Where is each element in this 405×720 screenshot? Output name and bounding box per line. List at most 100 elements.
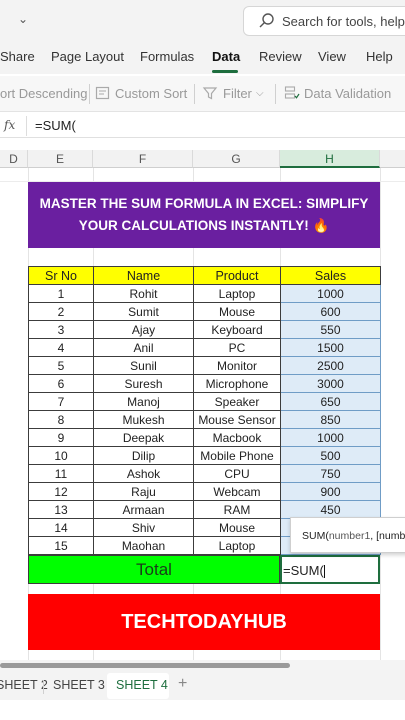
cell-product[interactable]: Macbook [193,428,281,447]
data-validation-button[interactable]: Data Validation [304,86,391,101]
header-sales[interactable]: Sales [280,266,381,285]
column-header-h[interactable]: H [280,150,380,168]
chevron-down-icon[interactable]: ⌄ [18,12,28,26]
cell-sr-no[interactable]: 9 [28,428,94,447]
header-product[interactable]: Product [193,266,281,285]
cell-product[interactable]: RAM [193,500,281,519]
tab-help[interactable]: Help [366,49,393,64]
cell-sales[interactable]: 850 [280,410,381,429]
tab-data[interactable]: Data [212,49,240,64]
cell-sr-no[interactable]: 11 [28,464,94,483]
cell-product[interactable]: Mouse [193,518,281,537]
cell-sr-no[interactable]: 13 [28,500,94,519]
tab-review[interactable]: Review [259,49,302,64]
cell-product[interactable]: Laptop [193,536,281,555]
column-header-d[interactable]: D [0,150,28,168]
cell-name[interactable]: Manoj [93,392,194,411]
fx-icon[interactable]: fx [4,118,15,132]
formula-input[interactable]: =SUM( [35,118,76,133]
sheet-tab-3[interactable]: SHEET 3 [53,678,105,692]
filter-button[interactable]: Filter [223,86,252,101]
cell-sr-no[interactable]: 5 [28,356,94,375]
tab-share[interactable]: Share [0,49,35,64]
cell-name[interactable]: Deepak [93,428,194,447]
cell-product[interactable]: Keyboard [193,320,281,339]
column-header-g[interactable]: G [193,150,280,168]
cell-product[interactable]: Speaker [193,392,281,411]
banner-line-1: MASTER THE SUM FORMULA IN EXCEL: SIMPLIF… [39,196,369,211]
tab-formulas[interactable]: Formulas [140,49,194,64]
cell-sales[interactable]: 1500 [280,338,381,357]
table-row: 13 Armaan RAM 450 [28,500,381,519]
cell-sales[interactable]: 600 [280,302,381,321]
cell-product[interactable]: CPU [193,464,281,483]
cell-sr-no[interactable]: 4 [28,338,94,357]
table-row: 12 Raju Webcam 900 [28,482,381,501]
sheet-tab-4[interactable]: SHEET 4 [116,678,168,692]
search-box[interactable]: Search for tools, help, [243,6,405,36]
sort-descending-button[interactable]: ort Descending [0,86,87,101]
header-name[interactable]: Name [93,266,194,285]
column-header-f[interactable]: F [93,150,193,168]
text-caret [323,565,325,579]
cell-name[interactable]: Ajay [93,320,194,339]
cell-sales[interactable]: 550 [280,320,381,339]
cell-name[interactable]: Sunil [93,356,194,375]
tooltip-rest: , [numb [370,530,405,542]
cell-sr-no[interactable]: 10 [28,446,94,465]
cell-sales[interactable]: 3000 [280,374,381,393]
cell-sales[interactable]: 2500 [280,356,381,375]
footer-banner[interactable]: TECHTODAYHUB [28,594,380,650]
cell-sales[interactable]: 650 [280,392,381,411]
add-sheet-icon[interactable]: + [178,675,187,693]
cell-sr-no[interactable]: 2 [28,302,94,321]
cell-name[interactable]: Rohit [93,284,194,303]
cell-name[interactable]: Anil [93,338,194,357]
scrollbar-thumb[interactable] [0,663,290,668]
sheet-tab-2[interactable]: SHEET 2 [0,678,48,692]
cell-sr-no[interactable]: 15 [28,536,94,555]
cell-name[interactable]: Mukesh [93,410,194,429]
title-banner[interactable]: MASTER THE SUM FORMULA IN EXCEL: SIMPLIF… [28,182,380,248]
cell-product[interactable]: PC [193,338,281,357]
cell-sr-no[interactable]: 14 [28,518,94,537]
cell-sales[interactable]: 450 [280,500,381,519]
cell-name[interactable]: Ashok [93,464,194,483]
cell-product[interactable]: Mouse Sensor [193,410,281,429]
cell-sales[interactable]: 1000 [280,428,381,447]
cell-sales[interactable]: 500 [280,446,381,465]
chevron-down-icon[interactable]: ⌵ [256,88,264,99]
cell-sr-no[interactable]: 1 [28,284,94,303]
cell-sr-no[interactable]: 12 [28,482,94,501]
cell-product[interactable]: Monitor [193,356,281,375]
sum-formula-cell[interactable]: =SUM( [280,555,380,584]
tab-page-layout[interactable]: Page Layout [51,49,124,64]
column-header-next[interactable] [380,150,405,168]
tab-view[interactable]: View [318,49,346,64]
cell-name[interactable]: Armaan [93,500,194,519]
cell-sales[interactable]: 1000 [280,284,381,303]
formula-tooltip[interactable]: SUM(number1, [numb [290,517,405,553]
cell-sr-no[interactable]: 6 [28,374,94,393]
cell-name[interactable]: Maohan [93,536,194,555]
horizontal-scrollbar[interactable] [0,660,405,670]
custom-sort-button[interactable]: Custom Sort [115,86,187,101]
cell-sr-no[interactable]: 3 [28,320,94,339]
cell-sr-no[interactable]: 8 [28,410,94,429]
cell-sr-no[interactable]: 7 [28,392,94,411]
cell-product[interactable]: Microphone [193,374,281,393]
total-label-cell[interactable]: Total [28,555,280,584]
cell-name[interactable]: Dilip [93,446,194,465]
cell-product[interactable]: Mobile Phone [193,446,281,465]
cell-product[interactable]: Webcam [193,482,281,501]
cell-sales[interactable]: 900 [280,482,381,501]
cell-product[interactable]: Laptop [193,284,281,303]
cell-product[interactable]: Mouse [193,302,281,321]
cell-name[interactable]: Suresh [93,374,194,393]
cell-name[interactable]: Shiv [93,518,194,537]
cell-name[interactable]: Raju [93,482,194,501]
cell-name[interactable]: Sumit [93,302,194,321]
column-header-e[interactable]: E [28,150,93,168]
cell-sales[interactable]: 750 [280,464,381,483]
header-sr-no[interactable]: Sr No [28,266,94,285]
